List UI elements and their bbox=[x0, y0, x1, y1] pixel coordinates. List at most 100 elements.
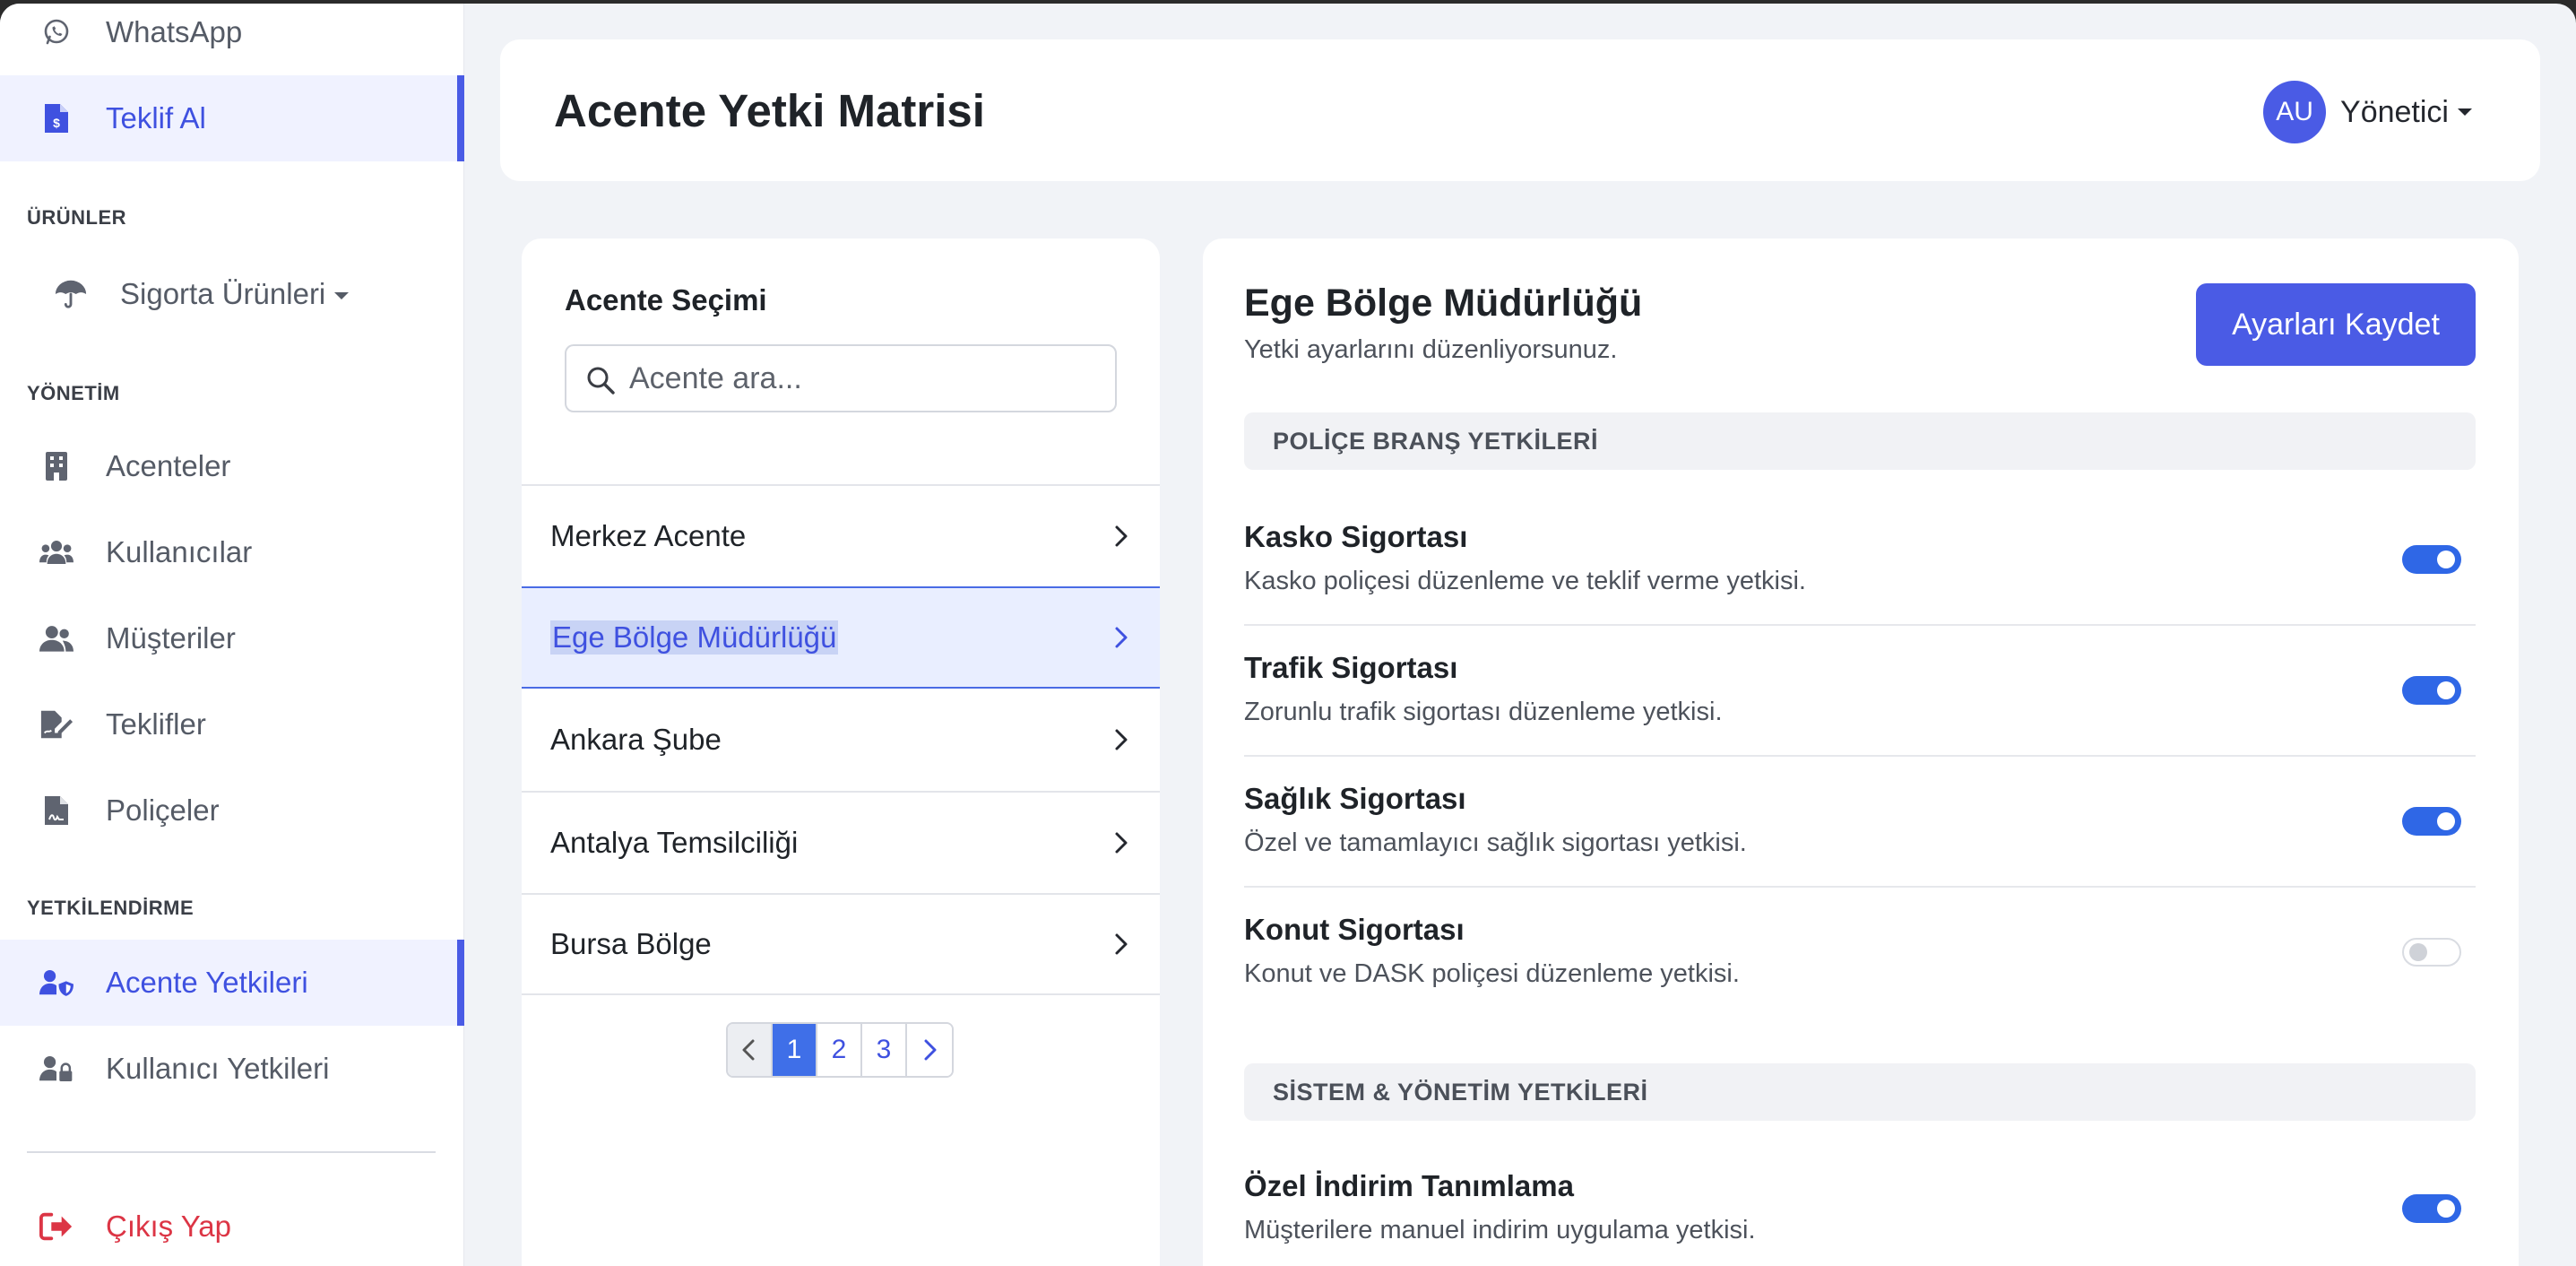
chevron-left-icon bbox=[742, 1039, 755, 1061]
pagination-page-1[interactable]: 1 bbox=[773, 1024, 817, 1076]
file-contract-icon bbox=[39, 793, 73, 828]
permission-description: Müşterilere manuel indirim uygulama yetk… bbox=[1244, 1216, 1756, 1244]
section-title-urunler: ÜRÜNLER bbox=[27, 206, 127, 229]
svg-text:$: $ bbox=[53, 116, 60, 130]
sidebar-dropdown-sigorta-urunleri[interactable]: Sigorta Ürünleri bbox=[0, 251, 464, 337]
user-group-icon bbox=[39, 621, 73, 655]
sidebar-dropdown-label: Sigorta Ürünleri bbox=[120, 277, 350, 311]
agency-name: Ankara Şube bbox=[550, 723, 722, 756]
caret-down-icon bbox=[334, 292, 350, 300]
agency-name: Merkez Acente bbox=[550, 519, 747, 552]
permission-row-ozel-indirim: Özel İndirim Tanımlama Müşterilere manue… bbox=[1244, 1144, 2476, 1266]
file-invoice-icon: $ bbox=[39, 101, 73, 135]
permission-description: Zorunlu trafik sigortası düzenleme yetki… bbox=[1244, 698, 1723, 726]
settings-subtitle: Yetki ayarlarını düzenliyorsunuz. bbox=[1244, 335, 1618, 364]
chevron-right-icon bbox=[1110, 525, 1133, 548]
sidebar-item-label: Acenteler bbox=[106, 449, 231, 482]
sidebar-item-logout[interactable]: Çıkış Yap bbox=[0, 1184, 464, 1266]
permission-row-trafik: Trafik Sigortası Zorunlu trafik sigortas… bbox=[1244, 626, 2476, 757]
pagination-page-2[interactable]: 2 bbox=[817, 1024, 862, 1076]
sidebar-item-acente-yetkileri[interactable]: Acente Yetkileri bbox=[0, 940, 464, 1026]
permission-description: Özel ve tamamlayıcı sağlık sigortası yet… bbox=[1244, 828, 1747, 857]
user-menu[interactable]: AU Yönetici bbox=[2263, 81, 2472, 143]
sidebar-item-label: Teklif Al bbox=[106, 101, 206, 134]
permission-title: Trafik Sigortası bbox=[1244, 651, 1458, 684]
pagination: 1 2 3 bbox=[726, 1022, 954, 1078]
user-shield-icon bbox=[39, 966, 73, 1000]
pagination-prev-button[interactable] bbox=[728, 1024, 773, 1076]
pagination-page-3[interactable]: 3 bbox=[862, 1024, 907, 1076]
dropdown-text: Sigorta Ürünleri bbox=[120, 277, 326, 310]
permission-description: Kasko poliçesi düzenleme ve teklif verme… bbox=[1244, 567, 1806, 595]
toggle-kasko[interactable] bbox=[2402, 545, 2461, 574]
settings-title: Ege Bölge Müdürlüğü bbox=[1244, 282, 1643, 325]
top-header: Acente Yetki Matrisi AU Yönetici bbox=[500, 39, 2540, 181]
permission-title: Sağlık Sigortası bbox=[1244, 782, 1466, 815]
sidebar: WhatsApp $ Teklif Al ÜRÜNLER Sigorta Ürü… bbox=[0, 4, 464, 1266]
chevron-right-icon bbox=[1110, 728, 1133, 751]
sidebar-divider bbox=[27, 1151, 436, 1153]
toggle-knob bbox=[2409, 943, 2427, 961]
section-title-yetkilendirme: YETKİLENDİRME bbox=[27, 897, 194, 919]
sidebar-item-label: Poliçeler bbox=[106, 793, 220, 827]
sidebar-item-label: Teklifler bbox=[106, 707, 206, 741]
user-name: Yönetici bbox=[2340, 94, 2449, 129]
sidebar-item-label: Müşteriler bbox=[106, 621, 236, 655]
page-title: Acente Yetki Matrisi bbox=[554, 85, 985, 136]
user-lock-icon bbox=[39, 1052, 73, 1086]
agency-search-input[interactable] bbox=[629, 355, 1104, 402]
agency-item-merkez-acente[interactable]: Merkez Acente bbox=[522, 484, 1160, 586]
toggle-knob bbox=[2437, 812, 2455, 830]
whatsapp-icon bbox=[39, 15, 73, 49]
permission-row-kasko: Kasko Sigortası Kasko poliçesi düzenleme… bbox=[1244, 495, 2476, 626]
chevron-right-icon bbox=[1110, 831, 1133, 854]
chevron-right-icon bbox=[1110, 626, 1133, 649]
agency-item-antalya-temsilciligi[interactable]: Antalya Temsilciliği bbox=[522, 791, 1160, 893]
permission-settings-panel: Ege Bölge Müdürlüğü Yetki ayarlarını düz… bbox=[1203, 238, 2519, 1266]
sidebar-item-label: Kullanıcılar bbox=[106, 535, 253, 568]
agency-item-ankara-sube[interactable]: Ankara Şube bbox=[522, 689, 1160, 791]
section-title-yonetim: YÖNETİM bbox=[27, 382, 120, 404]
permission-title: Konut Sigortası bbox=[1244, 913, 1465, 946]
sidebar-item-policeler[interactable]: Poliçeler bbox=[0, 767, 464, 854]
toggle-ozel-indirim[interactable] bbox=[2402, 1194, 2461, 1223]
chevron-right-icon bbox=[924, 1039, 937, 1061]
sidebar-item-acenteler[interactable]: Acenteler bbox=[0, 423, 464, 509]
sidebar-item-whatsapp[interactable]: WhatsApp bbox=[0, 4, 464, 75]
file-signature-icon bbox=[39, 707, 73, 741]
sidebar-item-teklif-al[interactable]: $ Teklif Al bbox=[0, 75, 464, 161]
toggle-saglik[interactable] bbox=[2402, 807, 2461, 836]
save-settings-button[interactable]: Ayarları Kaydet bbox=[2196, 283, 2476, 366]
agency-item-bursa-bolge[interactable]: Bursa Bölge bbox=[522, 893, 1160, 995]
sidebar-item-kullanicilar[interactable]: Kullanıcılar bbox=[0, 509, 464, 595]
pagination-next-button[interactable] bbox=[907, 1024, 952, 1076]
permission-title: Kasko Sigortası bbox=[1244, 520, 1468, 553]
agency-selection-panel: Acente Seçimi Merkez Acente Ege Bölge Mü… bbox=[522, 238, 1160, 1266]
toggle-knob bbox=[2437, 681, 2455, 699]
sidebar-item-kullanici-yetkileri[interactable]: Kullanıcı Yetkileri bbox=[0, 1026, 464, 1112]
permission-row-saglik: Sağlık Sigortası Özel ve tamamlayıcı sağ… bbox=[1244, 757, 2476, 888]
permission-title: Özel İndirim Tanımlama bbox=[1244, 1169, 1574, 1202]
toggle-knob bbox=[2437, 551, 2455, 568]
toggle-konut[interactable] bbox=[2402, 938, 2461, 967]
permission-description: Konut ve DASK poliçesi düzenleme yetkisi… bbox=[1244, 959, 1740, 988]
sidebar-item-label: Kullanıcı Yetkileri bbox=[106, 1052, 330, 1085]
chevron-right-icon bbox=[1110, 932, 1133, 956]
agency-list: Merkez Acente Ege Bölge Müdürlüğü Ankara… bbox=[522, 484, 1160, 995]
permission-row-konut: Konut Sigortası Konut ve DASK poliçesi d… bbox=[1244, 888, 2476, 1019]
app-window: WhatsApp $ Teklif Al ÜRÜNLER Sigorta Ürü… bbox=[0, 4, 2576, 1266]
toggle-trafik[interactable] bbox=[2402, 676, 2461, 705]
agency-name: Antalya Temsilciliği bbox=[550, 826, 799, 859]
panel-heading: Acente Seçimi bbox=[565, 283, 767, 316]
toggle-knob bbox=[2437, 1200, 2455, 1218]
avatar: AU bbox=[2263, 81, 2327, 143]
agency-search-box bbox=[565, 344, 1117, 412]
caret-down-icon bbox=[2458, 108, 2472, 116]
agency-item-ege-bolge-mudurlugu[interactable]: Ege Bölge Müdürlüğü bbox=[522, 586, 1160, 689]
agency-name: Ege Bölge Müdürlüğü bbox=[550, 620, 839, 655]
sidebar-item-label: Çıkış Yap bbox=[106, 1210, 232, 1243]
sidebar-item-teklifler[interactable]: Teklifler bbox=[0, 681, 464, 767]
umbrella-icon bbox=[54, 277, 88, 311]
agency-name: Bursa Bölge bbox=[550, 927, 712, 960]
sidebar-item-musteriler[interactable]: Müşteriler bbox=[0, 595, 464, 681]
